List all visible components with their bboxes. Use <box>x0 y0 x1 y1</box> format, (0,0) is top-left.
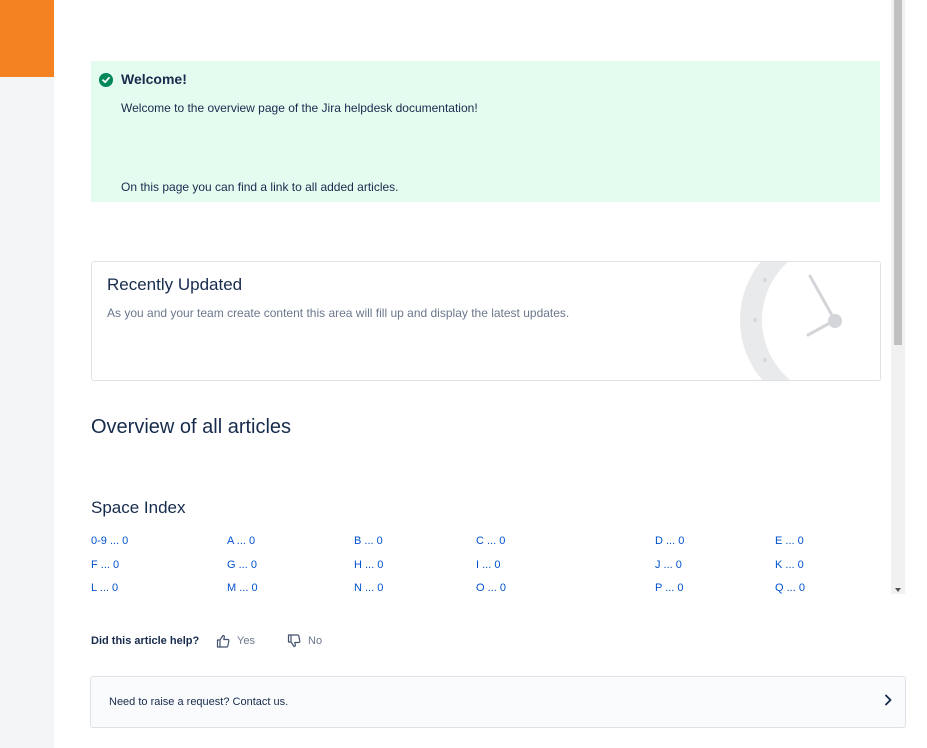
space-index-heading: Space Index <box>91 498 186 517</box>
space-index-link[interactable]: B ... 0 <box>354 535 383 547</box>
space-index-link[interactable]: O ... 0 <box>476 582 506 594</box>
recently-updated-description: As you and your team create content this… <box>107 306 570 320</box>
feedback-no-label: No <box>308 635 323 647</box>
feedback-yes-label: Yes <box>237 635 255 647</box>
panel-info-text: On this page you can find a link to all … <box>121 180 399 194</box>
scrollbar-thumb[interactable] <box>894 0 902 345</box>
space-index-link[interactable]: P ... 0 <box>655 582 684 594</box>
overview-heading: Overview of all articles <box>91 416 292 438</box>
feedback-yes-button[interactable]: Yes <box>216 634 255 648</box>
feedback-question: Did this article help? <box>91 635 200 647</box>
feedback-no-button[interactable]: No <box>287 634 322 648</box>
space-index-link[interactable]: Q ... 0 <box>775 582 805 594</box>
space-index-link[interactable]: G ... 0 <box>227 559 257 571</box>
scroll-down-arrow-icon[interactable] <box>895 588 901 592</box>
recently-updated-title: Recently Updated <box>107 275 243 294</box>
thumbs-up-icon <box>216 634 230 648</box>
space-index-link[interactable]: 0-9 ... 0 <box>91 535 128 547</box>
space-index-link[interactable]: J ... 0 <box>655 559 682 571</box>
welcome-panel: Welcome! Welcome to the overview page of… <box>91 61 880 202</box>
panel-welcome-text: Welcome to the overview page of the Jira… <box>121 101 478 115</box>
check-circle-icon <box>99 73 113 87</box>
recently-updated-card: Recently Updated As you and your team cr… <box>91 261 881 381</box>
thumbs-down-icon <box>287 634 301 648</box>
panel-title: Welcome! <box>121 71 187 87</box>
content-scrollbar[interactable] <box>891 0 905 594</box>
left-sidebar <box>0 0 54 748</box>
space-index-link[interactable]: K ... 0 <box>775 559 804 571</box>
space-index-link[interactable]: F ... 0 <box>91 559 119 571</box>
brand-logo-block <box>0 0 54 77</box>
space-index-link[interactable]: A ... 0 <box>227 535 255 547</box>
space-index-link[interactable]: N ... 0 <box>354 582 383 594</box>
space-index-link[interactable]: C ... 0 <box>476 535 505 547</box>
space-index-link[interactable]: I ... 0 <box>476 559 500 571</box>
space-index-link[interactable]: H ... 0 <box>354 559 383 571</box>
clock-illustration-icon <box>740 262 880 380</box>
space-index-link[interactable]: L ... 0 <box>91 582 118 594</box>
space-index-link[interactable]: D ... 0 <box>655 535 684 547</box>
chevron-right-icon <box>885 694 892 706</box>
raise-request-text: Need to raise a request? Contact us. <box>109 696 289 708</box>
space-index-link[interactable]: E ... 0 <box>775 535 804 547</box>
raise-request-link[interactable]: Need to raise a request? Contact us. <box>90 676 906 728</box>
space-index-link[interactable]: M ... 0 <box>227 582 258 594</box>
